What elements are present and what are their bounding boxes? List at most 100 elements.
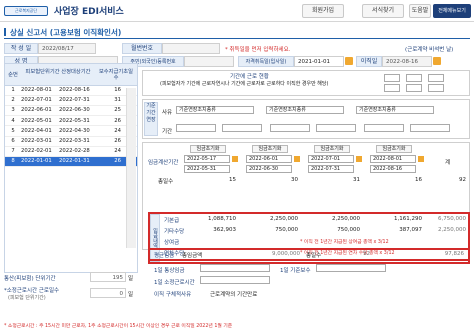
row-no: 8: [11, 158, 15, 165]
wage-cell[interactable]: 362,903: [184, 227, 236, 233]
acq-date-field[interactable]: 2021-01-01: [294, 56, 344, 67]
ext-period-1[interactable]: [176, 124, 216, 132]
ext-period-3[interactable]: [270, 124, 310, 132]
list-scrollbar[interactable]: [126, 88, 136, 248]
wage-to-date[interactable]: 2022-08-16: [370, 165, 416, 173]
row-days: 16: [114, 87, 121, 93]
avg-days: 92: [363, 251, 370, 257]
wage-cell[interactable]: 1,161,290: [370, 216, 422, 222]
period-year2-input[interactable]: [384, 84, 400, 92]
wage-row-label: 상여금: [164, 240, 180, 246]
period-day-input[interactable]: [428, 74, 444, 82]
wage-total: 2,250,000: [438, 227, 466, 233]
list-item[interactable]: 2 2022-07-01 2022-07-31 31: [5, 96, 137, 106]
daily-wage-input[interactable]: [200, 264, 270, 272]
list-item[interactable]: 3 2022-06-01 2022-06-30 25: [5, 106, 137, 117]
list-item[interactable]: 6 2022-03-01 2022-03-31 26: [5, 137, 137, 147]
avg-label: 평균임금: [154, 253, 175, 259]
calendar-icon[interactable]: [294, 156, 300, 162]
extension-select-1[interactable]: 기준연장조치종류: [176, 106, 254, 114]
contract-note: (근로계약 비석번 날): [405, 47, 454, 53]
period-month-input[interactable]: [406, 74, 422, 82]
ext-period-4[interactable]: [316, 124, 356, 132]
period-year-input[interactable]: [384, 74, 400, 82]
min-days-value[interactable]: 0: [90, 288, 126, 298]
wage-from-date[interactable]: 2022-08-01: [370, 155, 416, 163]
row-no: 7: [11, 148, 15, 155]
period-day2-input[interactable]: [428, 84, 444, 92]
period-month2-input[interactable]: [406, 84, 422, 92]
id-field[interactable]: [184, 56, 234, 67]
days-cell: 16: [415, 177, 422, 183]
min-days-sublabel: (피보험 단위기간): [8, 295, 46, 301]
extension-label: 기준기간연장: [144, 102, 158, 136]
wage-reset-button[interactable]: 임금초기화: [252, 145, 288, 153]
join-button[interactable]: 회원가입: [302, 4, 344, 18]
wage-cell[interactable]: 1,088,710: [184, 216, 236, 222]
calendar-icon[interactable]: [356, 156, 362, 162]
list-item[interactable]: 4 2022-05-01 2022-05-31 26: [5, 117, 137, 127]
wage-reset-button[interactable]: 임금초기화: [190, 145, 226, 153]
extension-select-3[interactable]: 기준연장조치종류: [356, 106, 434, 114]
calendar-icon[interactable]: [345, 57, 353, 65]
row-from: 2022-07-01: [21, 97, 52, 104]
avg-value: 97,826: [444, 251, 464, 257]
written-date-label: 작 성 일: [4, 43, 38, 54]
wage-to-date[interactable]: 2022-06-30: [246, 165, 292, 173]
acq-date-label: 자격취득일(입사일): [238, 56, 294, 67]
calendar-icon[interactable]: [433, 57, 441, 65]
list-item[interactable]: 5 2022-04-01 2022-04-30 24: [5, 127, 137, 137]
wage-to-date[interactable]: 2022-05-31: [184, 165, 230, 173]
wage-period-label: 임금계산기간: [148, 160, 179, 166]
hours-input[interactable]: [200, 276, 270, 284]
list-item[interactable]: 1 2022-08-01 2022-08-16 16: [5, 86, 137, 96]
ext-period-2[interactable]: [222, 124, 262, 132]
list-item[interactable]: 8 2022-01-01 2022-01-31 26: [5, 157, 137, 168]
leave-date-field[interactable]: 2022-08-16: [382, 56, 432, 67]
list-item[interactable]: 7 2022-02-01 2022-02-28 24: [5, 147, 137, 157]
wage-note: * 이직 전 1년간 지급된 상여금 총액 x 3/12: [300, 240, 389, 245]
row-to: 2022-03-31: [59, 138, 90, 144]
row-from: 2022-06-01: [21, 107, 52, 114]
all-menu-button[interactable]: 전체메뉴보기: [433, 4, 471, 18]
reason-code-label: 이직 구체적사유: [154, 292, 192, 298]
basic-days-input[interactable]: [316, 264, 386, 272]
wage-reset-button[interactable]: 임금초기화: [376, 145, 412, 153]
logo: 근로복지공단: [4, 6, 48, 16]
wage-to-date[interactable]: 2022-07-31: [308, 165, 354, 173]
wage-from-date[interactable]: 2022-06-01: [246, 155, 292, 163]
extension-select-2[interactable]: 기준연장조치종류: [266, 106, 344, 114]
col-days: 보수지급기초일수: [98, 69, 134, 81]
calendar-icon[interactable]: [232, 156, 238, 162]
row-no: 6: [11, 138, 15, 144]
wage-cell[interactable]: 2,250,000: [246, 216, 298, 222]
row-no: 4: [11, 117, 15, 124]
wage-cell[interactable]: 387,097: [370, 227, 422, 233]
reason-label: 사유: [162, 110, 173, 116]
days-total: 92: [459, 177, 466, 183]
wage-from-date[interactable]: 2022-07-01: [308, 155, 354, 163]
period-sub: (피보험자가 기간에 근로자연시나 기간에 근로자로 근로하다 이직한 경우만 …: [160, 81, 329, 87]
guide-button[interactable]: 서식찾기: [362, 4, 404, 18]
wage-reset-button[interactable]: 임금초기화: [314, 145, 350, 153]
ext-period-5[interactable]: [364, 124, 404, 132]
row-to: 2022-04-30: [59, 127, 90, 134]
row-days: 26: [114, 117, 121, 124]
period-title: 기간에 근로 현황: [230, 74, 269, 80]
required-note: * 취득일을 먼저 입력하세요.: [225, 47, 291, 53]
written-date-field[interactable]: 2022/08/17: [38, 43, 96, 54]
help-button[interactable]: 도움말: [409, 4, 431, 18]
row-from: 2022-03-01: [21, 138, 52, 144]
wage-cell[interactable]: 2,250,000: [308, 216, 360, 222]
ext-period-6[interactable]: [410, 124, 450, 132]
row-days: 26: [114, 138, 121, 144]
unit-period-value[interactable]: 195: [90, 272, 126, 282]
wage-from-date[interactable]: 2022-05-17: [184, 155, 230, 163]
row-no: 2: [11, 97, 15, 104]
calendar-icon[interactable]: [418, 156, 424, 162]
worker-no-field[interactable]: [162, 43, 220, 54]
col-period: 피보험단위기간 산정대상기간: [25, 69, 91, 75]
wage-cell[interactable]: 750,000: [246, 227, 298, 233]
footer-note: * 소정근로시간 : 주 15시간 미만 근로자, 1주 소정근로시간이 15시…: [4, 324, 233, 329]
wage-cell[interactable]: 750,000: [308, 227, 360, 233]
